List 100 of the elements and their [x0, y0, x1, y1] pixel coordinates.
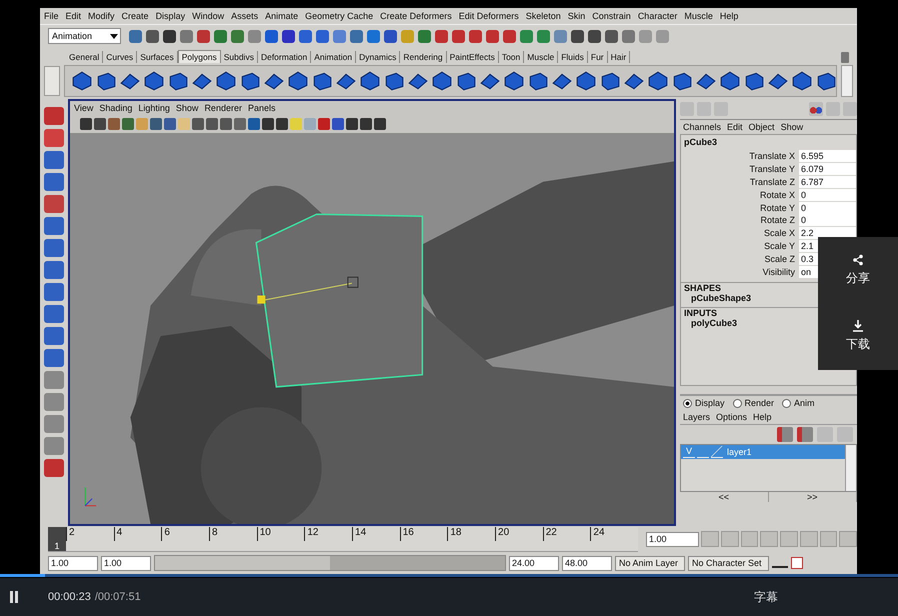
panel-toolbar-icon[interactable]	[234, 118, 246, 130]
tool-icon[interactable]	[44, 415, 64, 433]
current-time-field[interactable]: 1.00	[646, 532, 700, 546]
panel-toolbar-icon[interactable]	[346, 118, 358, 130]
panel-toolbar-icon[interactable]	[262, 118, 274, 130]
anim-layer-dropdown[interactable]: No Anim Layer	[615, 556, 686, 570]
channel-menu-item[interactable]: Channels	[683, 122, 722, 132]
polygon-shape-icon[interactable]	[431, 70, 453, 92]
polygon-shape-icon[interactable]	[503, 70, 525, 92]
layer-menu-item[interactable]: Layers	[683, 412, 710, 422]
tool-icon[interactable]	[44, 261, 64, 279]
panel-toolbar-icon[interactable]	[374, 118, 386, 130]
attribute-value-field[interactable]: 0	[799, 188, 856, 201]
tool-icon[interactable]	[44, 437, 64, 455]
shelf-tab[interactable]: Muscle	[524, 51, 558, 63]
polygon-shape-icon[interactable]	[143, 70, 165, 92]
shelf-tab[interactable]: Fluids	[558, 51, 588, 63]
end-time-field[interactable]: 48.00	[562, 556, 612, 570]
tool-icon[interactable]	[44, 305, 64, 323]
shelf-tab[interactable]: Curves	[103, 51, 138, 63]
visibility-toggle[interactable]: V	[683, 446, 695, 458]
character-set-dropdown[interactable]: No Character Set	[688, 556, 769, 570]
toolbar-icon[interactable]	[197, 30, 210, 42]
menu-item[interactable]: Character	[638, 11, 678, 21]
channel-menu-item[interactable]: Object	[748, 122, 775, 132]
tool-icon[interactable]	[44, 173, 64, 191]
panel-toolbar-icon[interactable]	[192, 118, 204, 130]
color-dots-icon[interactable]	[809, 102, 823, 116]
toolbar-icon[interactable]	[316, 30, 329, 42]
current-frame-marker[interactable]: 1	[48, 526, 66, 550]
panel-toolbar-icon[interactable]	[220, 118, 232, 130]
toolbar-icon[interactable]	[282, 30, 295, 42]
panel-toolbar-icon[interactable]	[164, 118, 176, 130]
panel-toolbar-icon[interactable]	[122, 118, 134, 130]
preferences-icon[interactable]	[790, 557, 803, 569]
channel-menu-item[interactable]: Edit	[727, 122, 743, 132]
tool-icon[interactable]	[44, 151, 64, 169]
menu-item[interactable]: Assets	[231, 11, 258, 21]
menu-item[interactable]: Help	[720, 11, 738, 21]
layer-scrollbar[interactable]	[845, 445, 856, 491]
toolbar-icon[interactable]	[452, 30, 465, 42]
panel-toolbar-icon[interactable]	[150, 118, 162, 130]
menu-item[interactable]: Window	[192, 11, 224, 21]
attribute-value-field[interactable]: 0	[799, 214, 856, 226]
polygon-shape-icon[interactable]	[743, 70, 765, 92]
polygon-shape-icon[interactable]	[239, 70, 261, 92]
menu-item[interactable]: Skeleton	[526, 11, 561, 21]
panel-menu-item[interactable]: Lighting	[138, 103, 170, 113]
layer-menu-item[interactable]: Options	[716, 412, 748, 422]
polygon-shape-icon[interactable]	[167, 70, 189, 92]
shelf-tab[interactable]: Dynamics	[356, 51, 400, 63]
panel-menu-item[interactable]: Show	[176, 103, 198, 113]
panel-toolbar-icon[interactable]	[206, 118, 218, 130]
polygon-shape-icon[interactable]	[359, 70, 381, 92]
tool-icon[interactable]	[44, 459, 64, 477]
panel-menu-item[interactable]: Shading	[99, 103, 132, 113]
pause-icon[interactable]	[10, 591, 18, 603]
panel-toolbar-icon[interactable]	[276, 118, 288, 130]
menu-item[interactable]: Constrain	[592, 11, 631, 21]
shelf-tab[interactable]: Hair	[608, 51, 630, 63]
toolbar-icon[interactable]	[163, 30, 176, 42]
panel-menu-item[interactable]: View	[74, 103, 94, 113]
toolbar-icon[interactable]	[588, 30, 601, 42]
menu-item[interactable]: Skin	[568, 11, 586, 21]
tool-icon[interactable]	[44, 239, 64, 257]
mode-dropdown[interactable]: Animation	[48, 28, 121, 44]
playback-start-field[interactable]: 1.00	[101, 556, 151, 570]
attribute-value-field[interactable]: 0	[799, 202, 856, 214]
shelf-tab[interactable]: PaintEffects	[446, 51, 499, 63]
toolbar-icon[interactable]	[146, 30, 159, 42]
layer-row[interactable]: V layer1	[681, 445, 845, 459]
toolbar-icon[interactable]	[435, 30, 448, 42]
tool-icon[interactable]	[44, 393, 64, 411]
layer-menu-item[interactable]: Help	[753, 412, 772, 422]
polygon-shape-icon[interactable]	[527, 70, 549, 92]
menu-item[interactable]: Display	[156, 11, 186, 21]
menu-item[interactable]: Modify	[88, 11, 115, 21]
menu-item[interactable]: Muscle	[684, 11, 713, 21]
attribute-value-field[interactable]: 6.079	[799, 163, 856, 176]
polygon-shape-icon[interactable]	[95, 70, 117, 92]
tool-icon[interactable]	[44, 371, 64, 389]
panel-toolbar-icon[interactable]	[108, 118, 120, 130]
layer-nav-button[interactable]: <<	[680, 492, 768, 502]
toolbar-icon[interactable]	[469, 30, 482, 42]
tool-icon[interactable]	[44, 349, 64, 367]
polygon-shape-icon[interactable]	[287, 70, 309, 92]
toolbar-icon[interactable]	[571, 30, 584, 42]
menu-item[interactable]: Create Deformers	[380, 11, 452, 21]
polygon-shape-icon[interactable]	[215, 70, 237, 92]
subtitles-button[interactable]: 字幕	[754, 588, 778, 606]
polygon-shape-icon[interactable]	[815, 70, 836, 92]
toolbar-icon[interactable]	[299, 30, 312, 42]
toolbar-icon[interactable]	[605, 30, 618, 42]
panel-toolbar-icon[interactable]	[80, 118, 92, 130]
layer-nav-button[interactable]: >>	[768, 492, 857, 502]
shelf-tab[interactable]: General	[66, 51, 104, 63]
tool-icon[interactable]	[44, 327, 64, 345]
attribute-value-field[interactable]: 6.787	[799, 176, 856, 188]
polygon-shape-icon[interactable]	[671, 70, 693, 92]
menu-item[interactable]: Create	[122, 11, 149, 21]
